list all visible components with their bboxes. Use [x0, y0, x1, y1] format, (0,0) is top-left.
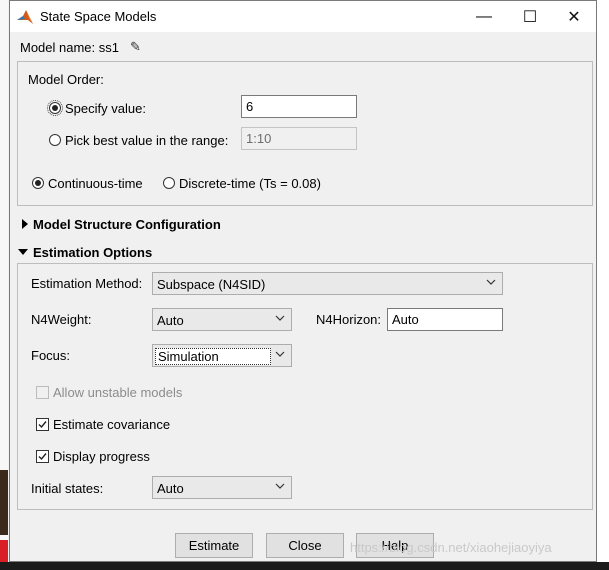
estimate-covariance-label: Estimate covariance	[53, 417, 171, 432]
specify-value-input[interactable]	[241, 95, 357, 118]
initial-states-value: Auto	[157, 481, 184, 496]
background-taskbar	[0, 562, 609, 570]
display-progress-label: Display progress	[53, 449, 150, 464]
checkmark-icon	[38, 421, 47, 429]
chevron-down-icon	[275, 483, 285, 489]
estimation-options-section[interactable]: Estimation Options	[33, 245, 152, 260]
model-structure-section[interactable]: Model Structure Configuration	[33, 217, 221, 232]
close-window-button[interactable]: ✕	[551, 1, 597, 32]
matlab-logo-icon	[17, 10, 33, 24]
initial-states-label: Initial states:	[31, 481, 104, 496]
focus-select[interactable]: Simulation	[152, 344, 292, 367]
background-app-left-dark	[0, 470, 8, 535]
window-title: State Space Models	[40, 9, 157, 24]
chevron-down-icon	[486, 279, 496, 285]
pick-range-radio[interactable]	[49, 134, 61, 146]
checkmark-icon	[38, 453, 47, 461]
model-order-heading: Model Order:	[28, 72, 104, 87]
continuous-time-radio[interactable]	[32, 177, 44, 189]
specify-value-radio[interactable]	[47, 100, 63, 116]
background-app-left-red	[0, 540, 8, 562]
range-input[interactable]	[241, 127, 357, 150]
focus-label: Focus:	[31, 348, 71, 363]
continuous-time-label: Continuous-time	[48, 176, 143, 191]
model-name-label: Model name: ss1	[20, 40, 119, 55]
chevron-down-icon	[275, 315, 285, 321]
estimation-options-panel: Estimation Method: Subspace (N4SID) N4We…	[17, 263, 593, 510]
n4weight-select[interactable]: Auto	[152, 308, 292, 331]
minimize-button[interactable]: —	[461, 1, 507, 32]
estimate-covariance-checkbox[interactable]	[36, 418, 49, 431]
triangle-right-icon[interactable]	[22, 219, 28, 229]
display-progress-checkbox[interactable]	[36, 450, 49, 463]
chevron-down-icon	[275, 351, 285, 357]
allow-unstable-checkbox[interactable]	[36, 386, 49, 399]
pick-range-label: Pick best value in the range:	[65, 133, 229, 148]
estimation-method-select[interactable]: Subspace (N4SID)	[152, 272, 503, 295]
estimation-method-label: Estimation Method:	[31, 276, 143, 291]
watermark-text: https://blog.csdn.net/xiaohejiaoyiya	[350, 540, 552, 555]
discrete-time-radio[interactable]	[163, 177, 175, 189]
initial-states-select[interactable]: Auto	[152, 476, 292, 499]
n4weight-label: N4Weight:	[31, 312, 92, 327]
estimation-method-value: Subspace (N4SID)	[157, 277, 266, 292]
focus-value: Simulation	[155, 348, 271, 365]
n4horizon-label: N4Horizon:	[316, 312, 382, 327]
n4horizon-input[interactable]	[387, 308, 503, 331]
estimate-button[interactable]: Estimate	[175, 533, 253, 558]
pencil-icon[interactable]: ✎	[130, 39, 141, 55]
close-button[interactable]: Close	[266, 533, 344, 558]
discrete-time-label: Discrete-time (Ts = 0.08)	[179, 176, 321, 191]
specify-value-label: Specify value:	[65, 101, 146, 116]
maximize-button[interactable]: ☐	[507, 1, 553, 32]
background-app-right	[596, 0, 609, 570]
title-bar[interactable]: State Space Models — ☐ ✕	[10, 1, 596, 32]
allow-unstable-label: Allow unstable models	[53, 385, 183, 400]
n4weight-value: Auto	[157, 313, 184, 328]
state-space-models-dialog: State Space Models — ☐ ✕ Model name: ss1…	[9, 0, 597, 562]
model-order-panel: Model Order: Specify value: Pick best va…	[17, 61, 593, 206]
triangle-down-icon[interactable]	[18, 249, 28, 255]
